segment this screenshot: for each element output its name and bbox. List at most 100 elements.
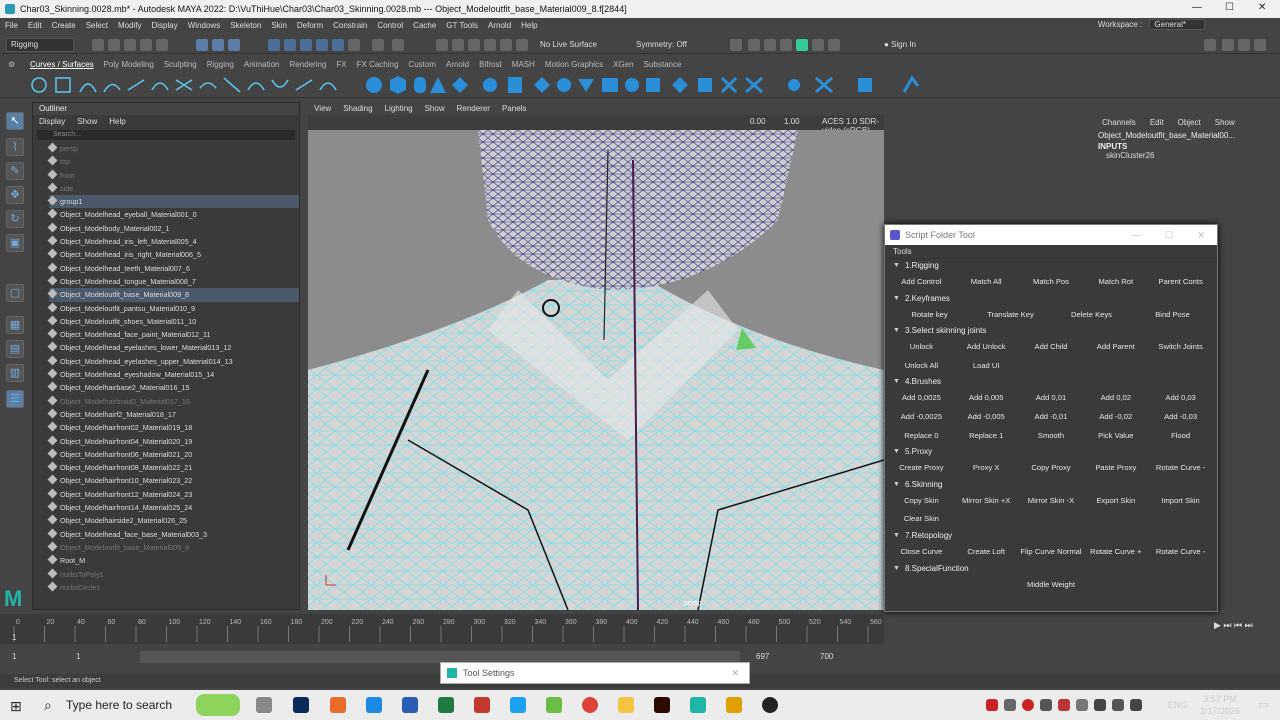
- range-end-outer-field[interactable]: 700: [820, 652, 833, 661]
- menu-skin[interactable]: Skin: [266, 21, 292, 30]
- news-widget-icon[interactable]: [196, 694, 240, 716]
- vp-menu-view[interactable]: View: [314, 102, 331, 115]
- script-button[interactable]: Replace 0: [889, 427, 954, 446]
- script-button[interactable]: Match Rot: [1083, 273, 1148, 292]
- range-start-field[interactable]: 1: [12, 652, 16, 661]
- maximize-icon[interactable]: ☐: [1225, 2, 1234, 13]
- outliner-item[interactable]: top: [47, 155, 299, 168]
- toggle-outliner-icon[interactable]: [1222, 39, 1234, 51]
- menu-create[interactable]: Create: [47, 21, 81, 30]
- menu-modify[interactable]: Modify: [113, 21, 147, 30]
- exposure-field[interactable]: 0.00: [750, 117, 766, 126]
- outliner-item[interactable]: Object_Modelhead_teeth_Material007_6: [47, 262, 299, 275]
- tray-app-icon[interactable]: [986, 699, 998, 711]
- script-button[interactable]: Rotate Curve +: [1083, 543, 1148, 562]
- menu-arnold[interactable]: Arnold: [483, 21, 516, 30]
- script-button[interactable]: Load UI: [954, 357, 1019, 376]
- script-button[interactable]: Match All: [954, 273, 1019, 292]
- pause-icon[interactable]: [828, 39, 840, 51]
- illustrator-icon[interactable]: [654, 697, 670, 713]
- taskbar-search-input[interactable]: ⌕ Type here to search: [36, 694, 186, 716]
- menu-edit[interactable]: Edit: [23, 21, 47, 30]
- close-icon[interactable]: ✕: [1258, 2, 1266, 13]
- select-hierarchy-icon[interactable]: [196, 39, 208, 51]
- shelf-tab-motion-graphics[interactable]: Motion Graphics: [545, 58, 613, 72]
- script-button[interactable]: Bind Pose: [1132, 306, 1213, 325]
- script-button[interactable]: Create Proxy: [889, 459, 954, 478]
- outliner-item[interactable]: Object_Modelhairbraid2_Material017_16: [47, 395, 299, 408]
- script-button[interactable]: Smooth: [1019, 427, 1084, 446]
- outliner-item[interactable]: Object_Modelhead_face_base_Material003_3: [47, 528, 299, 541]
- tray-record-icon[interactable]: [1022, 699, 1034, 711]
- shelf-tab-mash[interactable]: MASH: [512, 58, 545, 72]
- section-header[interactable]: 6.Skinning: [885, 478, 1217, 492]
- script-button[interactable]: Add -0,02: [1083, 408, 1148, 427]
- menu-display[interactable]: Display: [147, 21, 183, 30]
- outliner-item[interactable]: Object_Modelhairfront06_Material021_20: [47, 448, 299, 461]
- script-button[interactable]: Add Control: [889, 273, 954, 292]
- arnold-play-icon[interactable]: [796, 39, 808, 51]
- outliner-item[interactable]: Object_Modelhead_eyeshadow_Material015_1…: [47, 368, 299, 381]
- tray-network-icon[interactable]: [1094, 699, 1106, 711]
- shelf-tab-xgen[interactable]: XGen: [613, 58, 643, 72]
- menu-help[interactable]: Help: [516, 21, 542, 30]
- menu-constrain[interactable]: Constrain: [328, 21, 372, 30]
- script-button[interactable]: Match Pos: [1019, 273, 1084, 292]
- outliner-menu-help[interactable]: Help: [109, 117, 125, 126]
- script-button[interactable]: Add -0,01: [1019, 408, 1084, 427]
- section-header[interactable]: 4.Brushes: [885, 375, 1217, 389]
- menu-windows[interactable]: Windows: [183, 21, 225, 30]
- refresh-icon[interactable]: [516, 39, 528, 51]
- script-button[interactable]: Close Curve: [889, 543, 954, 562]
- script-button[interactable]: Proxy X: [954, 459, 1019, 478]
- outliner-item[interactable]: Object_Modeloutfit_base_Material009_8: [47, 541, 299, 554]
- script-button[interactable]: Mirror Skin +X: [954, 492, 1019, 511]
- tray-volume-icon[interactable]: [1112, 699, 1124, 711]
- lasso-tool-icon[interactable]: ⌇: [6, 138, 24, 156]
- outliner-search-input[interactable]: Search...: [37, 130, 295, 140]
- make-live-icon[interactable]: [348, 39, 360, 51]
- section-header[interactable]: 3.Select skinning joints: [885, 324, 1217, 338]
- sublime-icon[interactable]: [726, 697, 742, 713]
- file-explorer-icon[interactable]: [618, 697, 634, 713]
- outliner-item[interactable]: nurbsCircle1: [47, 581, 299, 594]
- menu-deform[interactable]: Deform: [292, 21, 328, 30]
- shelf-tab-curves[interactable]: Curves / Surfaces: [30, 58, 104, 72]
- script-button[interactable]: Flood: [1148, 427, 1213, 446]
- persp-outliner-icon[interactable]: ▤: [6, 340, 24, 358]
- playback-controls[interactable]: ▶ ⏭ ⏮ ⏭: [1214, 620, 1253, 631]
- arnold-render-icon[interactable]: [780, 39, 792, 51]
- shelf-settings-icon[interactable]: ⚙: [8, 60, 15, 69]
- outliner-item[interactable]: Object_Modelhead_eyelashes_upper_Materia…: [47, 355, 299, 368]
- script-button[interactable]: Copy Proxy: [1019, 459, 1084, 478]
- obs-icon[interactable]: [762, 697, 778, 713]
- redo-icon[interactable]: [156, 39, 168, 51]
- vp-menu-panels[interactable]: Panels: [502, 102, 526, 115]
- persp-graph-icon[interactable]: ▥: [6, 364, 24, 382]
- script-button[interactable]: Rotate Curve -: [1148, 543, 1213, 562]
- menu-select[interactable]: Select: [81, 21, 113, 30]
- maya-taskbar-icon[interactable]: [690, 697, 706, 713]
- new-scene-icon[interactable]: [92, 39, 104, 51]
- render-settings-icon[interactable]: [484, 39, 496, 51]
- shelf-tab-arnold[interactable]: Arnold: [446, 58, 479, 72]
- outliner-item[interactable]: Object_Modelhead_iris_right_Material006_…: [47, 248, 299, 261]
- shelf-tab-poly[interactable]: Poly Modeling: [104, 58, 164, 72]
- shelf-tab-substance[interactable]: Substance: [644, 58, 692, 72]
- outliner-item[interactable]: Object_Modelhairfront14_Material025_24: [47, 501, 299, 514]
- viewport-panel[interactable]: View Shading Lighting Show Renderer Pane…: [308, 102, 884, 610]
- snap-point-icon[interactable]: [300, 39, 312, 51]
- gamma-field[interactable]: 1.00: [784, 117, 800, 126]
- outliner-item[interactable]: Root_M: [47, 554, 299, 567]
- minimize-icon[interactable]: —: [1192, 2, 1202, 13]
- outliner-item[interactable]: Object_Modelhead_eyelashes_lower_Materia…: [47, 341, 299, 354]
- shelf-tab-rigging[interactable]: Rigging: [207, 58, 244, 72]
- outliner-menu-show[interactable]: Show: [77, 117, 97, 126]
- script-button[interactable]: Add 0,0025: [889, 389, 954, 408]
- chrome-icon[interactable]: [582, 697, 598, 713]
- move-tool-icon[interactable]: ✥: [6, 186, 24, 204]
- outliner-item[interactable]: Object_Modelhead_face_paint_Material012_…: [47, 328, 299, 341]
- menu-skeleton[interactable]: Skeleton: [225, 21, 266, 30]
- script-button[interactable]: Pick Value: [1083, 427, 1148, 446]
- hypershade-icon[interactable]: [500, 39, 512, 51]
